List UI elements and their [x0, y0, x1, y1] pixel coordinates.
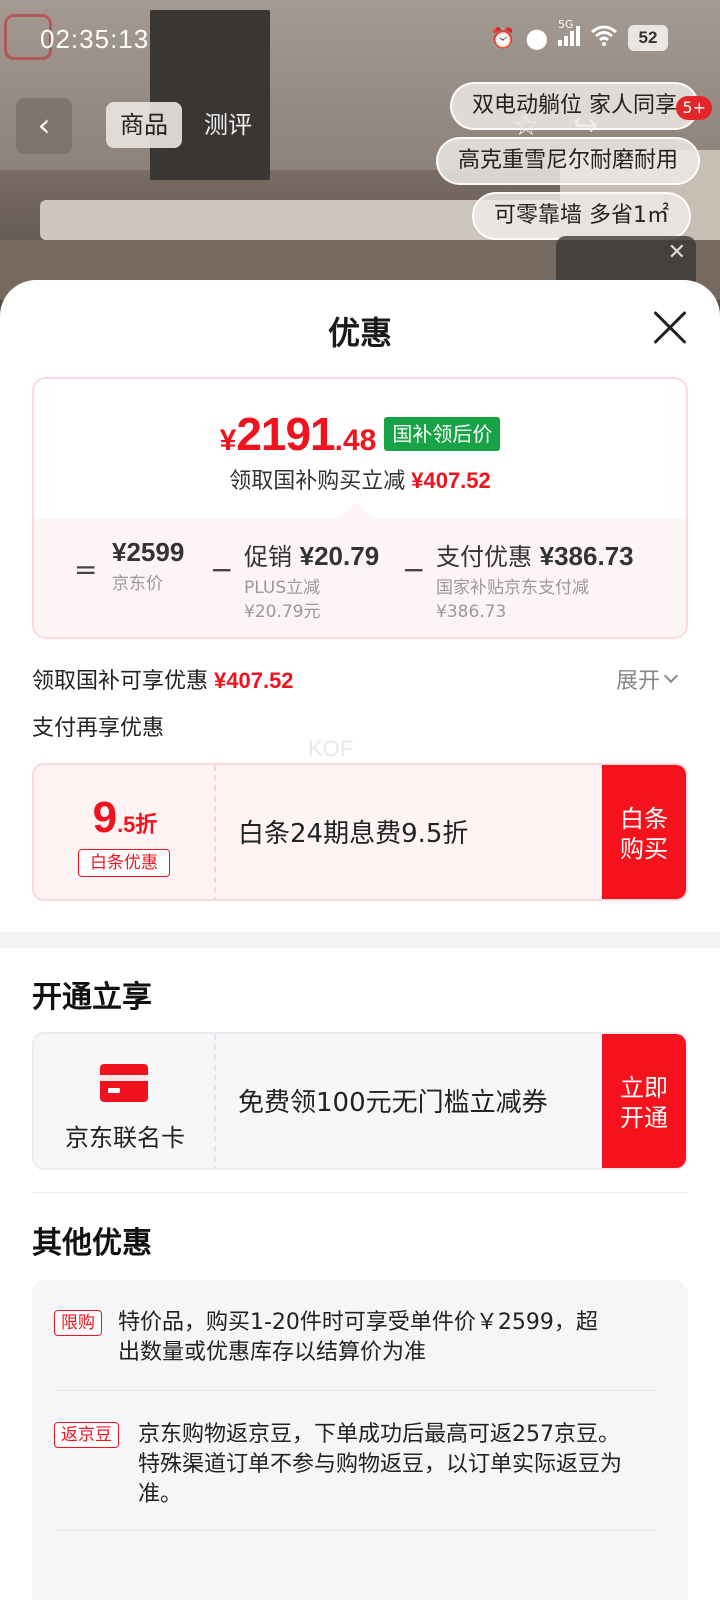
breakdown-promotion: 促销 ¥20.79 PLUS立减 ¥20.79元	[244, 541, 380, 622]
feature-chip: 高克重雪尼尔耐磨耐用	[436, 137, 701, 185]
subsidy-price-tag: 国补领后价	[384, 417, 501, 451]
tab-review[interactable]: 测评	[190, 102, 266, 148]
signal-icon: 5G	[558, 18, 580, 51]
baitiao-buy-button[interactable]: 白条购买	[602, 765, 686, 899]
feature-chip: 双电动躺位 家人同享	[450, 82, 699, 130]
card-coupon-desc: 免费领100元无门槛立减券	[238, 1088, 548, 1118]
discount-sheet: 优惠 ¥2191.48 国补领后价 领取国补购买立减 ¥407.52 = ¥2599…	[0, 280, 720, 1600]
other-section-title: 其他优惠	[32, 1226, 152, 1261]
alarm-icon: ⏰	[490, 25, 516, 50]
watermark: KOF	[308, 736, 354, 761]
expand-button[interactable]: 展开	[616, 663, 679, 695]
subsidy-row: 领取国补可享优惠 ¥407.52	[32, 668, 294, 694]
open-card-button[interactable]: 立即开通	[602, 1034, 686, 1168]
status-bar: 02:35:13 ⏰ ⬤ 5G 52	[0, 0, 720, 80]
breakdown-payment-discount: 支付优惠 ¥386.73 国家补贴京东支付减 ¥386.73	[436, 541, 634, 622]
minus-sign: −	[402, 553, 426, 586]
location-icon: ⬤	[525, 25, 548, 50]
back-button[interactable]: ‹	[16, 98, 72, 154]
battery-icon: 52	[628, 24, 668, 51]
limit-text: 特价品，购买1-20件时可享受单件价￥2599，超出数量或优惠库存以结算价为准	[118, 1310, 598, 1365]
close-mini-card-icon[interactable]: ✕	[668, 240, 686, 265]
minus-sign: −	[210, 553, 234, 586]
other-discounts-panel: 限购 特价品，购买1-20件时可享受单件价￥2599，超出数量或优惠库存以结算价…	[32, 1280, 688, 1600]
limit-tag: 限购	[54, 1310, 102, 1336]
jingdou-text: 京东购物返京豆，下单成功后最高可返257京豆。特殊渠道订单不参与购物返豆，以订单…	[138, 1422, 623, 1507]
wifi-icon	[590, 24, 618, 51]
final-price: ¥2191.48	[219, 408, 377, 460]
pay-section-title: 支付再享优惠	[32, 716, 165, 741]
chevron-down-icon	[663, 668, 679, 684]
close-icon[interactable]	[650, 308, 690, 348]
tab-product[interactable]: 商品	[106, 102, 182, 148]
price-reduction-line: 领取国补购买立减 ¥407.52	[229, 468, 491, 494]
jingdou-tag: 返京豆	[54, 1422, 119, 1448]
equals-sign: =	[74, 553, 98, 586]
status-time: 02:35:13	[40, 24, 150, 54]
baitiao-coupon: 9.5折 白条优惠 白条24期息费9.5折 白条购买	[32, 763, 688, 901]
breakdown-jd-price: ¥2599 京东价	[112, 537, 185, 594]
price-card: ¥2191.48 国补领后价 领取国补购买立减 ¥407.52 = ¥2599 京东…	[32, 377, 688, 639]
jd-card-coupon: 京东联名卡 免费领100元无门槛立减券 立即开通	[32, 1032, 688, 1170]
network-type: 5G	[558, 18, 574, 31]
message-count-badge: 5+	[676, 96, 712, 120]
credit-card-icon	[100, 1064, 148, 1102]
discount-value: 9.5折	[92, 793, 158, 842]
open-section-title: 开通立享	[32, 980, 152, 1015]
baitiao-desc: 白条24期息费9.5折	[238, 819, 469, 849]
sheet-title: 优惠	[327, 314, 392, 352]
price-breakdown: = ¥2599 京东价 − 促销 ¥20.79 PLUS立减 ¥20.79元 −…	[34, 519, 686, 637]
feature-chip: 可零靠墙 多省1㎡	[472, 192, 691, 240]
baitiao-tag: 白条优惠	[78, 849, 170, 877]
card-label: 京东联名卡	[65, 1124, 185, 1152]
